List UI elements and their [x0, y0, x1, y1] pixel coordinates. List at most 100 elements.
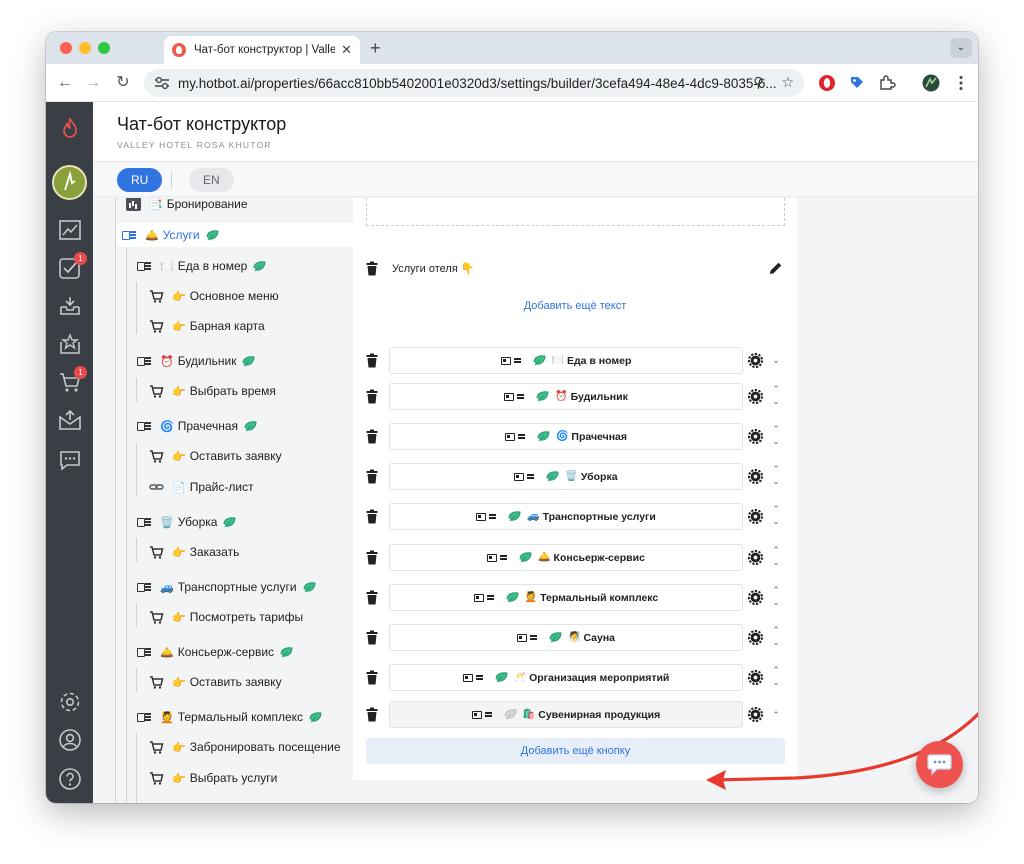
tree-item-cleaning-order[interactable]: 👉 Заказать: [149, 540, 239, 564]
move-down-icon[interactable]: ⌄: [770, 397, 782, 406]
minimize-window-button[interactable]: [79, 42, 91, 54]
puzzle-extensions-icon[interactable]: [878, 74, 896, 92]
tree-item-alarm-time[interactable]: 👉 Выбрать время: [149, 379, 276, 403]
property-avatar[interactable]: [52, 165, 87, 200]
forward-button[interactable]: →: [84, 74, 102, 92]
browser-tab[interactable]: Чат-бот конструктор | Valley ✕: [164, 36, 360, 64]
delete-trash-icon[interactable]: [366, 590, 378, 605]
move-up-icon[interactable]: ⌃: [770, 711, 782, 720]
tree-item-alarm[interactable]: ⏰ Будильник: [137, 349, 255, 373]
delete-trash-icon[interactable]: [366, 670, 378, 685]
user-profile-icon[interactable]: [58, 728, 82, 752]
lang-en-button[interactable]: EN: [189, 168, 234, 192]
delete-trash-icon[interactable]: [366, 429, 378, 444]
new-tab-button[interactable]: +: [370, 38, 381, 59]
tree-item-thermal-book[interactable]: 👉 Забронировать посещение: [149, 735, 341, 759]
menu-button[interactable]: 🗑️ Уборка: [389, 463, 743, 490]
tree-item-thermal[interactable]: 💆 Термальный комплекс: [137, 705, 322, 729]
add-text-link[interactable]: Добавить ещё текст: [353, 300, 797, 312]
button-settings-gear-icon[interactable]: [748, 469, 763, 484]
tree-item-cleaning[interactable]: 🗑️ Уборка: [137, 510, 236, 534]
delete-trash-icon[interactable]: [366, 707, 378, 722]
menu-button[interactable]: 🥂 Организация мероприятий: [389, 664, 743, 691]
menu-button[interactable]: 💆 Термальный комплекс: [389, 584, 743, 611]
inbox-download-icon[interactable]: [58, 294, 82, 318]
button-settings-gear-icon[interactable]: [748, 670, 763, 685]
lang-ru-button[interactable]: RU: [117, 168, 163, 192]
drop-zone[interactable]: [366, 198, 785, 226]
move-up-icon[interactable]: ⌃: [770, 385, 782, 394]
button-settings-gear-icon[interactable]: [748, 630, 763, 645]
move-down-icon[interactable]: ⌄: [770, 558, 782, 567]
tree-item-thermal-select[interactable]: 👉 Выбрать услуги: [149, 766, 277, 790]
analytics-icon[interactable]: [58, 218, 82, 242]
tree-item-food-bar[interactable]: 👉 Барная карта: [149, 314, 265, 338]
text-block-label[interactable]: Услуги отеля 👇: [392, 262, 475, 275]
address-bar[interactable]: my.hotbot.ai/properties/66acc810bb540200…: [144, 69, 804, 97]
tree-item-transport[interactable]: 🚙 Транспортные услуги: [137, 575, 316, 599]
site-settings-icon[interactable]: [154, 76, 170, 90]
mail-send-icon[interactable]: [58, 408, 82, 432]
back-button[interactable]: ←: [56, 74, 74, 92]
tree-item-food-menu[interactable]: 👉 Основное меню: [149, 284, 279, 308]
move-down-icon[interactable]: ⌄: [770, 477, 782, 486]
tree-item-booking[interactable]: 📑 Бронирование: [126, 198, 248, 216]
move-up-icon[interactable]: ⌃: [770, 666, 782, 675]
button-settings-gear-icon[interactable]: [748, 389, 763, 404]
button-settings-gear-icon[interactable]: [748, 353, 763, 368]
menu-button[interactable]: 🧖 Сауна: [389, 624, 743, 651]
add-button-button[interactable]: Добавить ещё кнопку: [366, 738, 785, 764]
chat-widget-button[interactable]: [916, 741, 963, 788]
move-down-icon[interactable]: ⌄: [770, 598, 782, 607]
tree-item-laundry[interactable]: 🌀 Прачечная: [137, 414, 257, 438]
zoom-icon[interactable]: ⚲: [753, 74, 763, 90]
help-icon[interactable]: [58, 767, 82, 791]
button-settings-gear-icon[interactable]: [748, 707, 763, 722]
opera-extension-icon[interactable]: [818, 74, 836, 92]
tab-search-button[interactable]: ⌄: [950, 38, 972, 58]
delete-trash-icon[interactable]: [366, 469, 378, 484]
delete-trash-icon[interactable]: [366, 353, 378, 368]
settings-gear-icon[interactable]: [58, 690, 82, 714]
move-up-icon[interactable]: ⌃: [770, 626, 782, 635]
hotbot-logo-icon[interactable]: [58, 117, 82, 141]
delete-trash-icon[interactable]: [366, 550, 378, 565]
move-down-icon[interactable]: ⌄: [770, 638, 782, 647]
delete-trash-icon[interactable]: [366, 389, 378, 404]
tree-item-concierge[interactable]: 🛎️ Консьерж-сервис: [137, 640, 293, 664]
close-window-button[interactable]: [60, 42, 72, 54]
tab-close-icon[interactable]: ✕: [341, 42, 352, 58]
delete-trash-icon[interactable]: [366, 261, 378, 276]
move-up-icon[interactable]: ⌃: [770, 546, 782, 555]
menu-button[interactable]: 🍽️ Еда в номер: [389, 347, 743, 374]
delete-trash-icon[interactable]: [366, 630, 378, 645]
move-down-icon[interactable]: ⌄: [770, 437, 782, 446]
tree-item-transport-rates[interactable]: 👉 Посмотреть тарифы: [149, 605, 303, 629]
move-up-icon[interactable]: ⌃: [770, 505, 782, 514]
tag-extension-icon[interactable]: [848, 74, 866, 92]
move-down-icon[interactable]: ⌄: [770, 517, 782, 526]
button-settings-gear-icon[interactable]: [748, 509, 763, 524]
edit-pencil-icon[interactable]: [769, 261, 783, 275]
tree-item-laundry-price[interactable]: 📄 Прайс-лист: [149, 475, 254, 499]
menu-button[interactable]: ⏰ Будильник: [389, 383, 743, 410]
move-down-icon[interactable]: ⌄: [770, 356, 782, 365]
button-settings-gear-icon[interactable]: [748, 550, 763, 565]
chat-messages-icon[interactable]: [58, 448, 82, 472]
delete-trash-icon[interactable]: [366, 509, 378, 524]
tree-item-concierge-request[interactable]: 👉 Оставить заявку: [149, 670, 282, 694]
button-settings-gear-icon[interactable]: [748, 590, 763, 605]
menu-button[interactable]: 🌀 Прачечная: [389, 423, 743, 450]
reload-button[interactable]: ↻: [114, 74, 132, 92]
menu-button[interactable]: 🛍️ Сувенирная продукция: [389, 701, 743, 728]
menu-button[interactable]: 🛎️ Консьерж-сервис: [389, 544, 743, 571]
menu-button[interactable]: 🚙 Транспортные услуги: [389, 503, 743, 530]
browser-menu-icon[interactable]: [952, 74, 970, 92]
tree-item-services[interactable]: 🛎️ Услуги: [116, 223, 353, 247]
move-up-icon[interactable]: ⌃: [770, 425, 782, 434]
move-up-icon[interactable]: ⌃: [770, 465, 782, 474]
move-up-icon[interactable]: ⌃: [770, 586, 782, 595]
bookmark-star-icon[interactable]: ☆: [781, 74, 794, 90]
tree-item-food[interactable]: 🍽️ Еда в номер: [137, 254, 266, 278]
reviews-star-icon[interactable]: [58, 332, 82, 356]
